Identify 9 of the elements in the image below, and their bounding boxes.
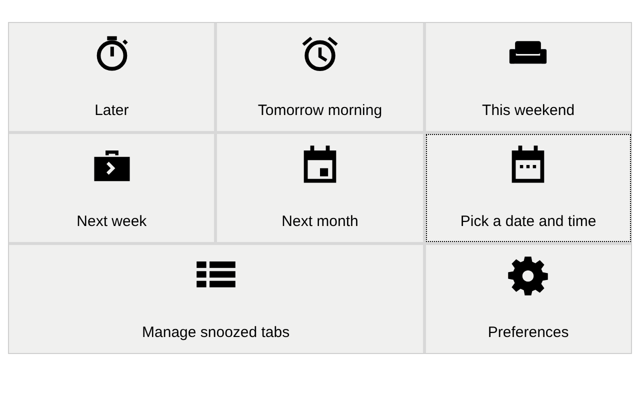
snooze-option[interactable]: Pick a date and time (426, 134, 631, 242)
snooze-option[interactable]: Manage snoozed tabs (9, 245, 423, 353)
snooze-option[interactable]: Next week (9, 134, 214, 242)
snooze-option[interactable]: This weekend (426, 23, 631, 131)
snooze-option[interactable]: Next month (217, 134, 423, 242)
snooze-option[interactable]: Later (9, 23, 214, 131)
snooze-option[interactable]: Tomorrow morning (217, 23, 423, 131)
settings-icon (507, 255, 550, 297)
snooze-option[interactable]: Preferences (426, 245, 631, 353)
